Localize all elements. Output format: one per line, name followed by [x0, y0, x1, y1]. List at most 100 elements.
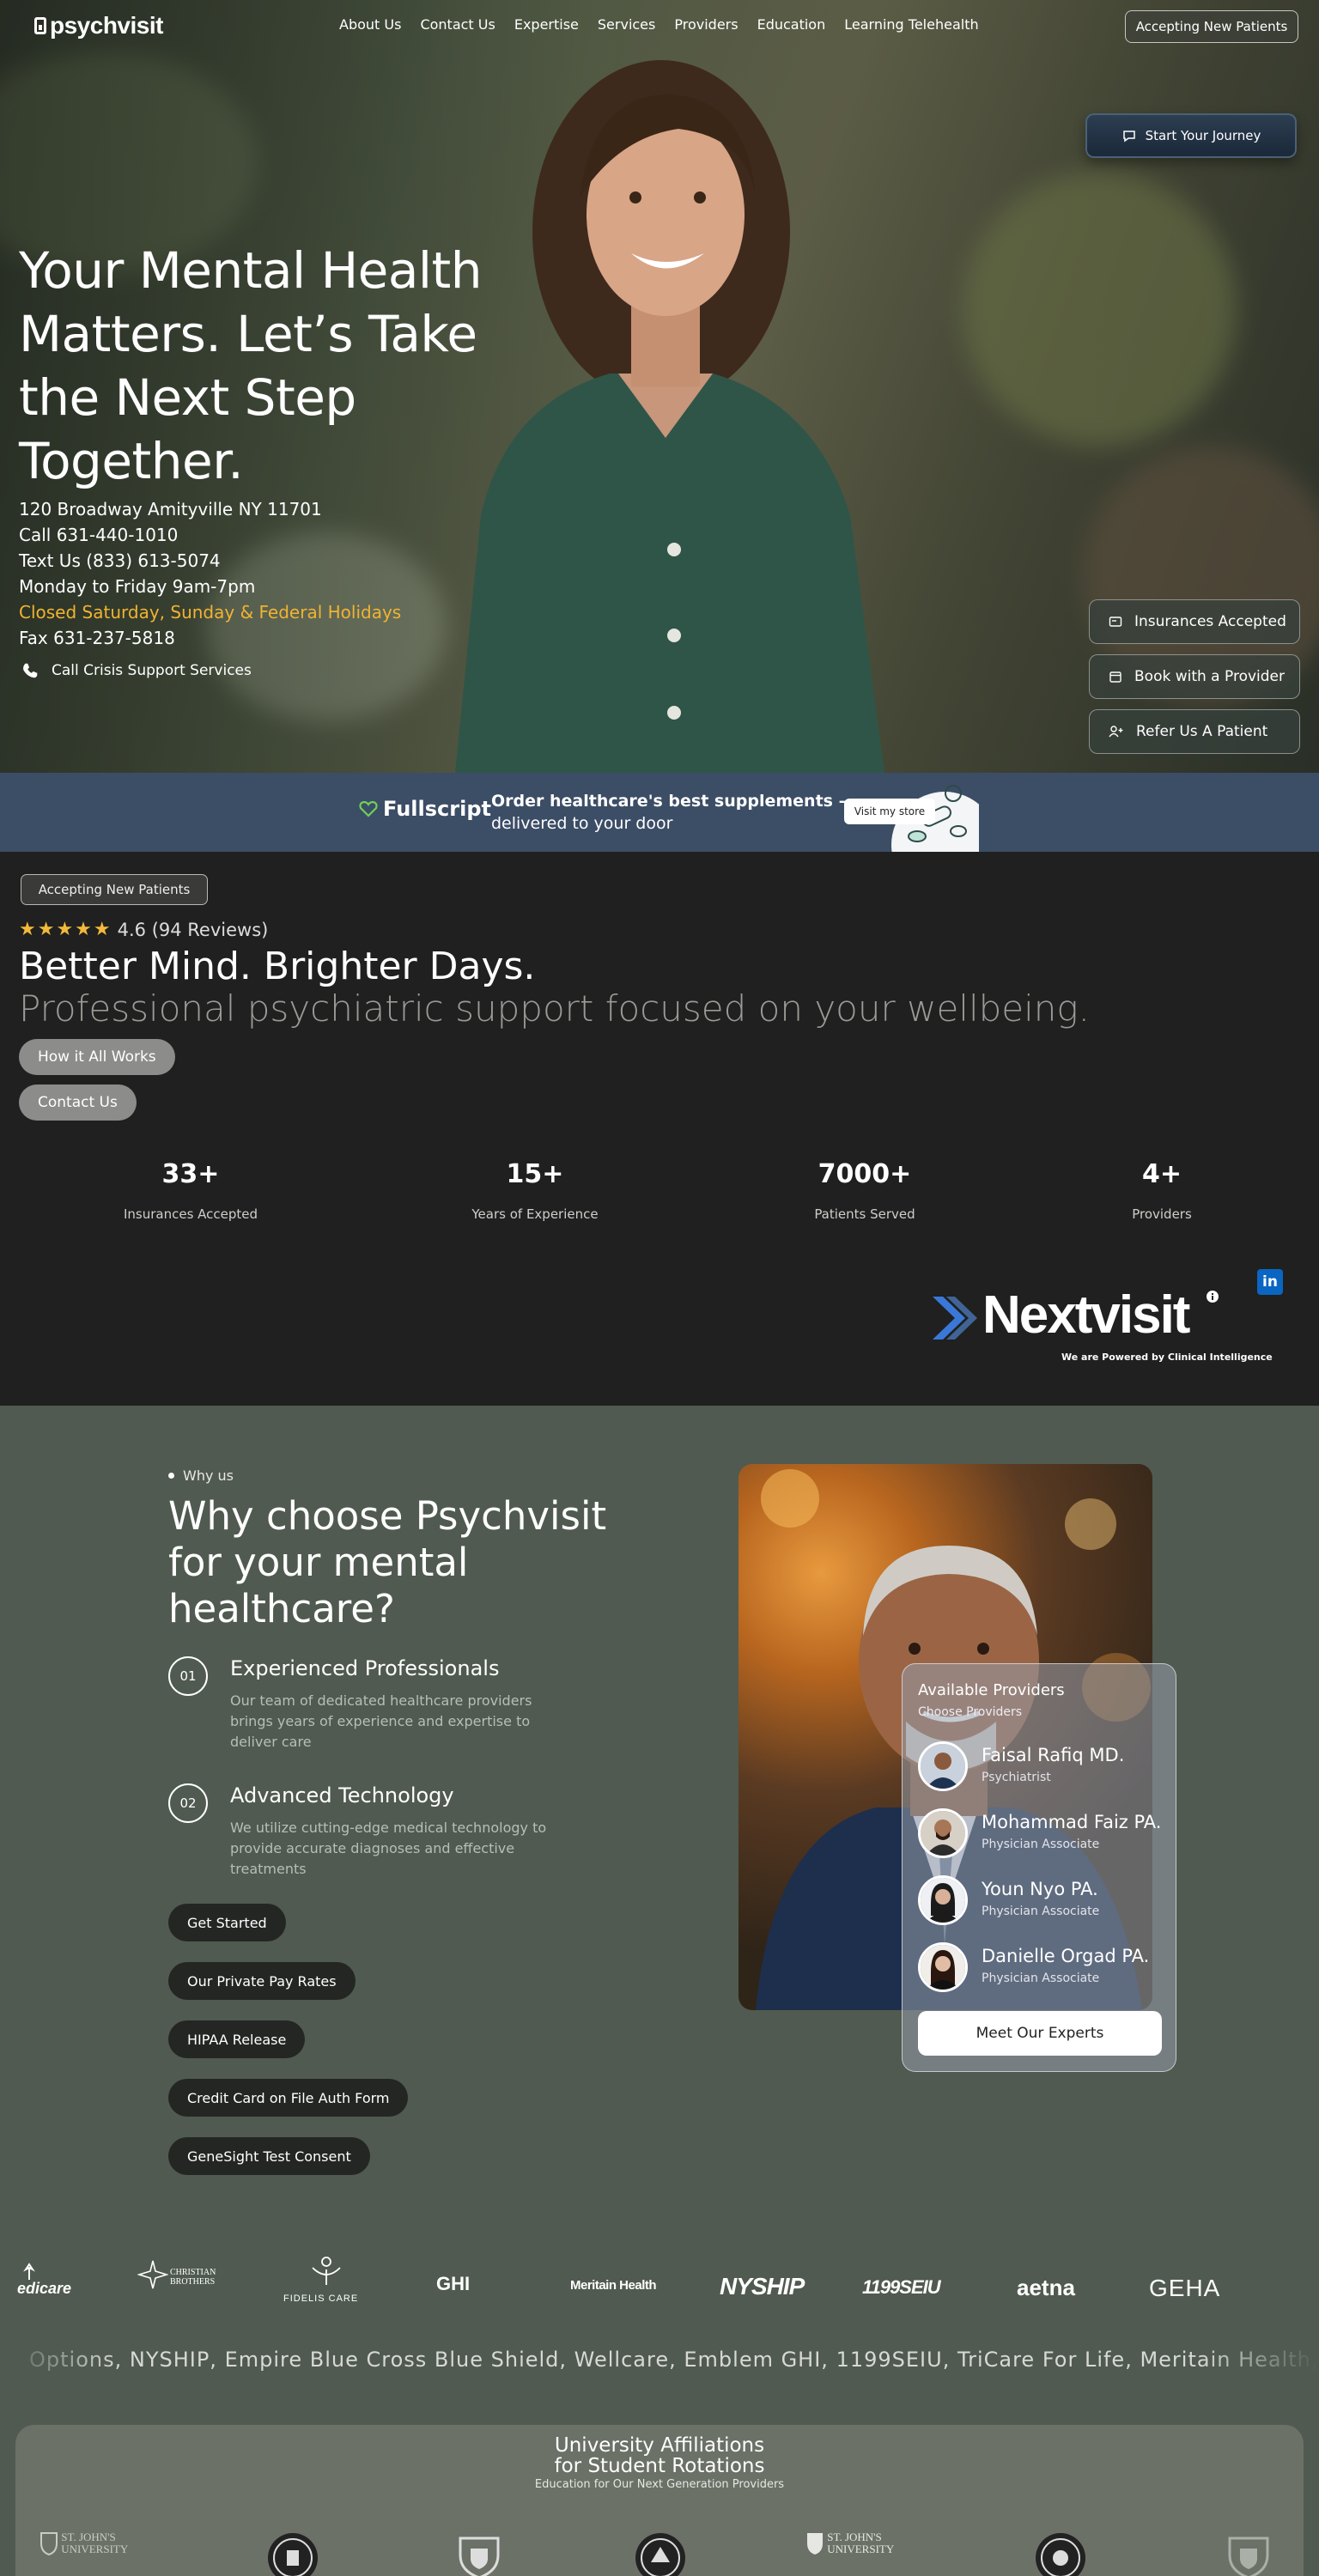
- logo-text: edicare: [17, 2280, 72, 2297]
- hipaa-release-button[interactable]: HIPAA Release: [168, 2020, 306, 2058]
- hero-title: Your Mental Health Matters. Let’s Take t…: [19, 241, 483, 490]
- fullscript-banner[interactable]: Fullscript Order healthcare's best suppl…: [0, 773, 1319, 852]
- stat-number: 33+: [161, 1159, 220, 1189]
- provider-item[interactable]: Mohammad Faiz PA. Physician Associate: [918, 1808, 1176, 1860]
- calendar-icon: [1109, 671, 1121, 683]
- university-title-line1: University Affiliations: [554, 2434, 765, 2457]
- get-started-button[interactable]: Get Started: [168, 1904, 286, 1941]
- stat-insurances: 33+ Insurances Accepted: [79, 1159, 302, 1222]
- contact-info: 120 Broadway Amityville NY 11701 Call 63…: [19, 496, 401, 651]
- nav-services[interactable]: Services: [598, 16, 655, 33]
- visit-store-button[interactable]: Visit my store: [844, 799, 935, 824]
- figure-icon: [312, 2257, 341, 2285]
- stat-providers: 4+ Providers: [1050, 1159, 1273, 1222]
- nyship-logo: NYSHIP: [720, 2273, 805, 2300]
- insurances-accepted-button[interactable]: Insurances Accepted: [1089, 599, 1300, 644]
- provider-item[interactable]: Danielle Orgad PA. Physician Associate: [918, 1942, 1176, 1994]
- stat-number: 15+: [506, 1159, 564, 1189]
- rating-text: 4.6 (94 Reviews): [117, 919, 269, 940]
- ticker-text: Options, NYSHIP, Empire Blue Cross Blue …: [29, 2348, 1319, 2372]
- shield-crest-icon: [459, 2537, 500, 2576]
- provider-role: Physician Associate: [982, 1971, 1100, 1985]
- nav-providers[interactable]: Providers: [674, 16, 738, 33]
- accepting-patients-button[interactable]: Accepting New Patients: [1125, 10, 1298, 43]
- logo-text: CHRISTIAN BROTHERS: [170, 2268, 216, 2287]
- nav-contact[interactable]: Contact Us: [420, 16, 495, 33]
- avatar: [918, 1741, 968, 1791]
- provider-item[interactable]: Youn Nyo PA. Physician Associate: [918, 1875, 1176, 1927]
- medicare-logo: edicare: [17, 2263, 72, 2298]
- insurance-logos: edicare CHRISTIAN BROTHERS FIDELIS CARE …: [0, 2247, 1319, 2350]
- provider-role: Physician Associate: [982, 1838, 1100, 1851]
- fullscript-sub: delivered to your door: [491, 814, 673, 833]
- ticker-fade-right: [1199, 2341, 1319, 2384]
- university-card: University Affiliations for Student Rota…: [15, 2425, 1304, 2576]
- university-seal-icon: [268, 2533, 318, 2576]
- stat-number: 7000+: [818, 1159, 912, 1189]
- side-buttons: Insurances Accepted Book with a Provider…: [1089, 599, 1300, 754]
- call-number[interactable]: Call 631-440-1010: [19, 522, 401, 548]
- stat-number: 4+: [1141, 1159, 1182, 1189]
- logo-text: FIDELIS CARE: [283, 2293, 359, 2304]
- avatar: [918, 1875, 968, 1925]
- feature-title: Experienced Professionals: [230, 1656, 500, 1680]
- provider-name: Mohammad Faiz PA.: [982, 1812, 1162, 1832]
- stat-years: 15+ Years of Experience: [423, 1159, 647, 1222]
- genesight-consent-button[interactable]: GeneSight Test Consent: [168, 2137, 370, 2175]
- address: 120 Broadway Amityville NY 11701: [19, 499, 322, 519]
- stat-label: Insurances Accepted: [123, 1206, 258, 1222]
- contact-us-button[interactable]: Contact Us: [19, 1084, 137, 1121]
- intro-subtitle: Professional psychiatric support focused…: [19, 987, 1090, 1030]
- accepting-patients-badge[interactable]: Accepting New Patients: [21, 874, 208, 905]
- avatar: [918, 1808, 968, 1858]
- shield-icon: [807, 2533, 823, 2555]
- info-icon: [1207, 1291, 1219, 1303]
- bullet-icon: [168, 1473, 174, 1479]
- site-logo[interactable]: psychvisit: [34, 12, 163, 39]
- nav-education[interactable]: Education: [757, 16, 826, 33]
- star-burst-icon: [137, 2260, 168, 2289]
- ghi-logo: GHI: [436, 2273, 471, 2294]
- crisis-label: Call Crisis Support Services: [52, 662, 252, 679]
- star-rating-icon: ★★★★★: [19, 919, 112, 940]
- nav-expertise[interactable]: Expertise: [514, 16, 579, 33]
- credit-card-auth-button[interactable]: Credit Card on File Auth Form: [168, 2079, 409, 2117]
- refer-patient-button[interactable]: Refer Us A Patient: [1089, 709, 1300, 754]
- linkedin-icon[interactable]: in: [1257, 1269, 1283, 1295]
- stat-patients: 7000+ Patients Served: [753, 1159, 976, 1222]
- nav-telehealth[interactable]: Learning Telehealth: [844, 16, 978, 33]
- nextvisit-chevron-icon: [933, 1297, 977, 1340]
- feature-number: 01: [168, 1656, 208, 1696]
- meet-experts-button[interactable]: Meet Our Experts: [918, 2011, 1162, 2056]
- intro-title: Better Mind. Brighter Days.: [19, 945, 536, 988]
- 1199seiu-logo: 1199SEIU: [862, 2276, 941, 2298]
- insurances-accepted-label: Insurances Accepted: [1134, 613, 1286, 630]
- crisis-link[interactable]: Call Crisis Support Services: [21, 661, 252, 680]
- eagle-icon: [23, 2263, 35, 2280]
- intro-section: Accepting New Patients ★★★★★ 4.6 (94 Rev…: [0, 852, 1319, 1406]
- how-it-works-button[interactable]: How it All Works: [19, 1039, 175, 1075]
- nav-links: About Us Contact Us Expertise Services P…: [339, 16, 979, 33]
- refer-patient-label: Refer Us A Patient: [1136, 723, 1268, 740]
- university-title-line2: for Student Rotations: [554, 2455, 765, 2477]
- feature-title: Advanced Technology: [230, 1783, 454, 1807]
- hours: Monday to Friday 9am-7pm: [19, 576, 256, 597]
- university-subtitle: Education for Our Next Generation Provid…: [534, 2478, 785, 2491]
- provider-name: Faisal Rafiq MD.: [982, 1745, 1125, 1765]
- start-journey-button[interactable]: Start Your Journey: [1085, 113, 1297, 158]
- private-pay-rates-button[interactable]: Our Private Pay Rates: [168, 1962, 356, 2000]
- shield-icon: [40, 2532, 58, 2556]
- hero-section: psychvisit About Us Contact Us Expertise…: [0, 0, 1319, 773]
- text-number[interactable]: Text Us (833) 613-5074: [19, 548, 401, 574]
- nav-about[interactable]: About Us: [339, 16, 401, 33]
- why-tag: Why us: [168, 1467, 234, 1484]
- provider-item[interactable]: Faisal Rafiq MD. Psychiatrist: [918, 1741, 1176, 1793]
- feature-experienced: 01 Experienced Professionals Our team of…: [168, 1656, 580, 1759]
- university-seal-icon: [635, 2533, 685, 2576]
- provider-name: Youn Nyo PA.: [982, 1879, 1098, 1899]
- ticker-fade-left: [0, 2341, 120, 2384]
- book-provider-button[interactable]: Book with a Provider: [1089, 654, 1300, 699]
- provider-role: Physician Associate: [982, 1905, 1100, 1918]
- why-tag-label: Why us: [183, 1467, 234, 1484]
- nextvisit-badge[interactable]: Nextvisit We are Powered by Clinical Int…: [929, 1285, 1290, 1374]
